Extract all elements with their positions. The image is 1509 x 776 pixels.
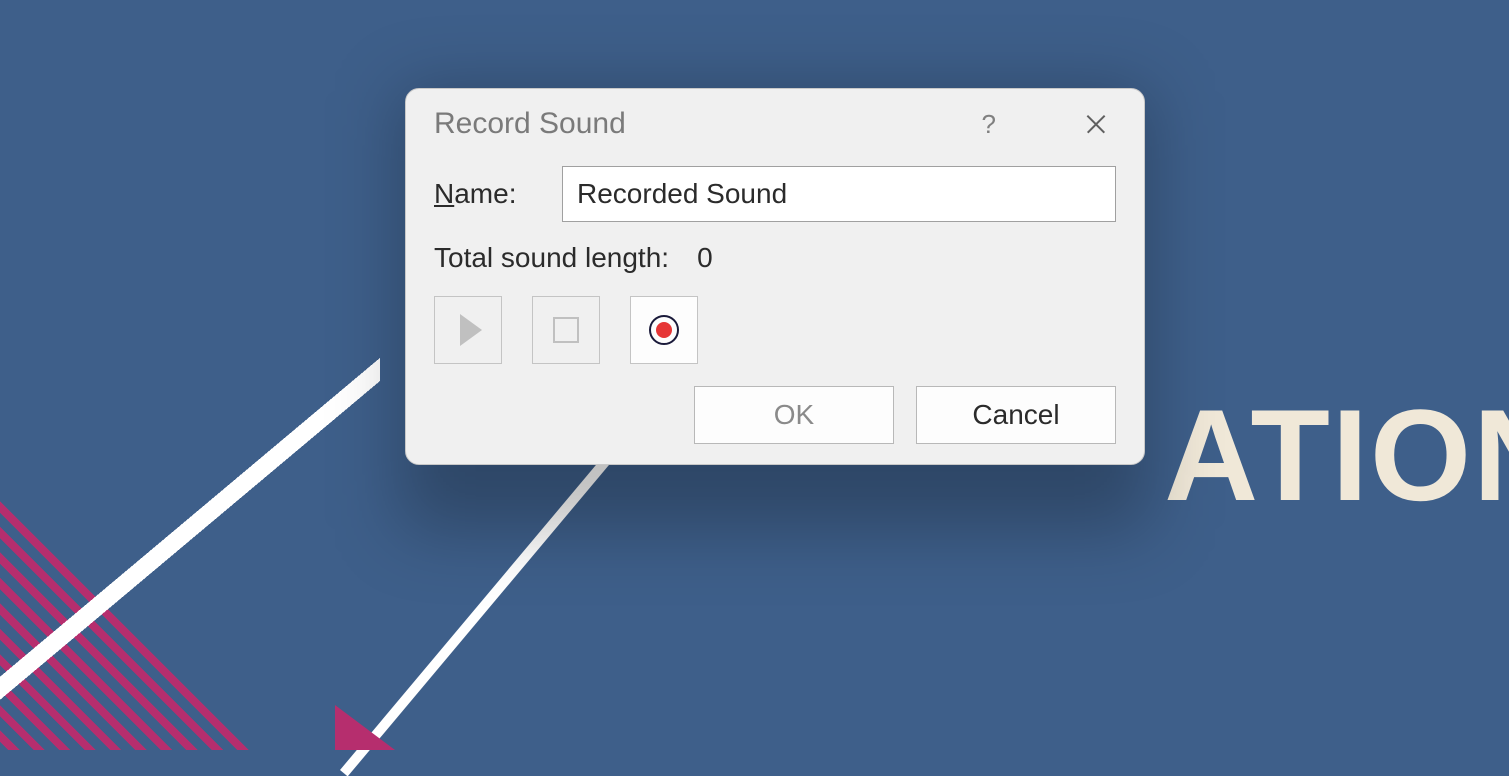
sound-length-label: Total sound length:: [434, 242, 669, 274]
dialog-title: Record Sound: [434, 107, 982, 141]
name-input[interactable]: [562, 166, 1116, 222]
dialog-titlebar: Record Sound ?: [406, 89, 1144, 151]
stop-button[interactable]: [532, 296, 600, 364]
cancel-button[interactable]: Cancel: [916, 386, 1116, 444]
sound-length-row: Total sound length: 0: [434, 242, 1116, 274]
slide-title-fragment: ATION: [1164, 380, 1509, 530]
dialog-footer: OK Cancel: [434, 386, 1116, 444]
dialog-body: Name: Total sound length: 0 OK Cancel: [406, 151, 1144, 464]
close-button[interactable]: [1086, 114, 1106, 134]
record-icon: [649, 315, 679, 345]
play-icon: [460, 314, 482, 346]
stop-icon: [553, 317, 579, 343]
playback-controls: [434, 296, 1116, 364]
record-sound-dialog: Record Sound ? Name: Total sound length:…: [405, 88, 1145, 465]
sound-length-value: 0: [697, 242, 713, 274]
ok-button[interactable]: OK: [694, 386, 894, 444]
record-button[interactable]: [630, 296, 698, 364]
slide-background-stripes: [0, 300, 380, 750]
name-field-row: Name:: [434, 166, 1116, 222]
play-button[interactable]: [434, 296, 502, 364]
help-button[interactable]: ?: [982, 109, 996, 140]
name-label: Name:: [434, 178, 562, 210]
